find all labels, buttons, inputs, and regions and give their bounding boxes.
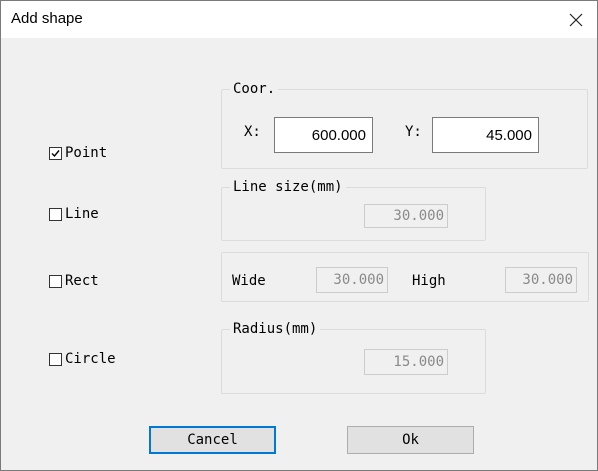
- y-label: Y:: [405, 124, 422, 140]
- line-checkbox[interactable]: Line: [49, 206, 99, 222]
- circle-checkbox[interactable]: Circle: [49, 351, 116, 367]
- y-input[interactable]: 45.000: [432, 117, 539, 153]
- checkmark-icon: [51, 149, 60, 157]
- circle-label: Circle: [65, 351, 116, 367]
- high-input[interactable]: 30.000: [505, 267, 577, 293]
- high-label: High: [412, 273, 446, 289]
- wide-label: Wide: [232, 273, 266, 289]
- close-icon: [569, 13, 583, 26]
- point-checkbox-box[interactable]: [49, 146, 62, 160]
- cancel-button[interactable]: Cancel: [149, 426, 276, 454]
- line-label: Line: [65, 206, 99, 222]
- line-size-input[interactable]: 30.000: [364, 204, 448, 228]
- radius-input[interactable]: 15.000: [364, 349, 448, 375]
- dialog-title: Add shape: [11, 10, 83, 27]
- rect-checkbox-box[interactable]: [49, 274, 62, 288]
- radius-legend: Radius(mm): [233, 321, 318, 337]
- close-button[interactable]: [555, 1, 597, 38]
- line-size-legend: Line size(mm): [233, 179, 343, 195]
- rect-label: Rect: [65, 273, 99, 289]
- point-label: Point: [65, 145, 108, 161]
- dialog-body: Point Coor. X: 600.000 Y: 45.000 Line Li…: [9, 38, 589, 469]
- x-label: X:: [244, 124, 261, 140]
- title-bar: Add shape: [1, 1, 597, 38]
- wide-input[interactable]: 30.000: [316, 267, 388, 293]
- coor-legend: Coor.: [233, 81, 276, 97]
- point-checkbox[interactable]: Point: [49, 145, 107, 161]
- line-checkbox-box[interactable]: [49, 207, 62, 221]
- rect-checkbox[interactable]: Rect: [49, 273, 99, 289]
- x-input[interactable]: 600.000: [274, 117, 373, 153]
- circle-checkbox-box[interactable]: [49, 352, 62, 366]
- ok-button[interactable]: Ok: [347, 426, 474, 454]
- add-shape-dialog: Add shape Point Coor. X: 600.000 Y: 45.0…: [0, 0, 598, 471]
